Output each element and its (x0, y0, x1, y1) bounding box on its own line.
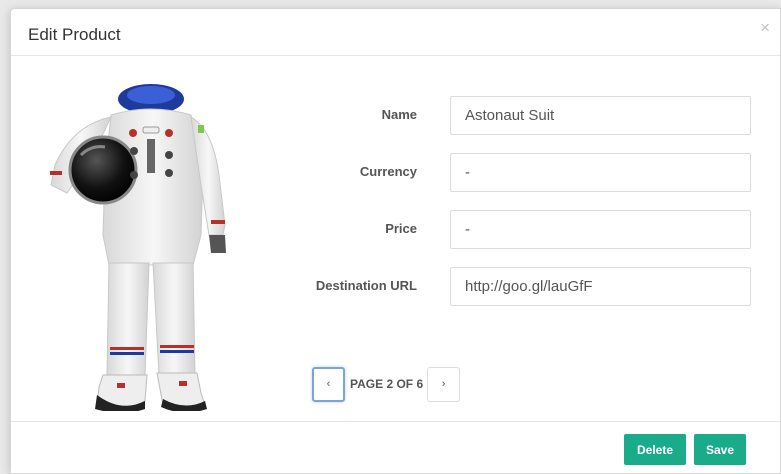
destination-url-label: Destination URL (315, 278, 417, 293)
price-label: Price (385, 221, 417, 236)
chevron-left-icon: ‹ (326, 378, 331, 390)
name-label: Name (381, 107, 417, 122)
chevron-right-icon: › (441, 378, 446, 390)
next-page-button[interactable]: › (427, 366, 461, 402)
modal-title: Edit Product (28, 25, 121, 44)
name-input[interactable] (450, 96, 751, 135)
currency-label: Currency (359, 164, 417, 179)
save-button[interactable]: Save (694, 434, 746, 465)
price-row: Price (11, 210, 780, 250)
pagination: ‹ PAGE 2 OF 6 › (312, 366, 461, 402)
delete-button[interactable]: Delete (624, 434, 686, 465)
modal-footer: Delete Save (11, 421, 780, 473)
close-icon[interactable]: × (760, 19, 770, 36)
page-indicator: PAGE 2 OF 6 (350, 377, 424, 391)
previous-page-button[interactable]: ‹ (312, 366, 345, 402)
destination-url-row: Destination URL (11, 267, 780, 307)
price-input[interactable] (450, 210, 751, 249)
modal-header: Edit Product × (11, 9, 780, 56)
currency-row: Currency (11, 153, 780, 193)
currency-input[interactable] (450, 153, 751, 192)
edit-product-modal: Edit Product × Name Astonaut Suit Curren… (10, 8, 781, 474)
destination-url-input[interactable] (450, 267, 751, 306)
name-row: Name (11, 96, 780, 136)
